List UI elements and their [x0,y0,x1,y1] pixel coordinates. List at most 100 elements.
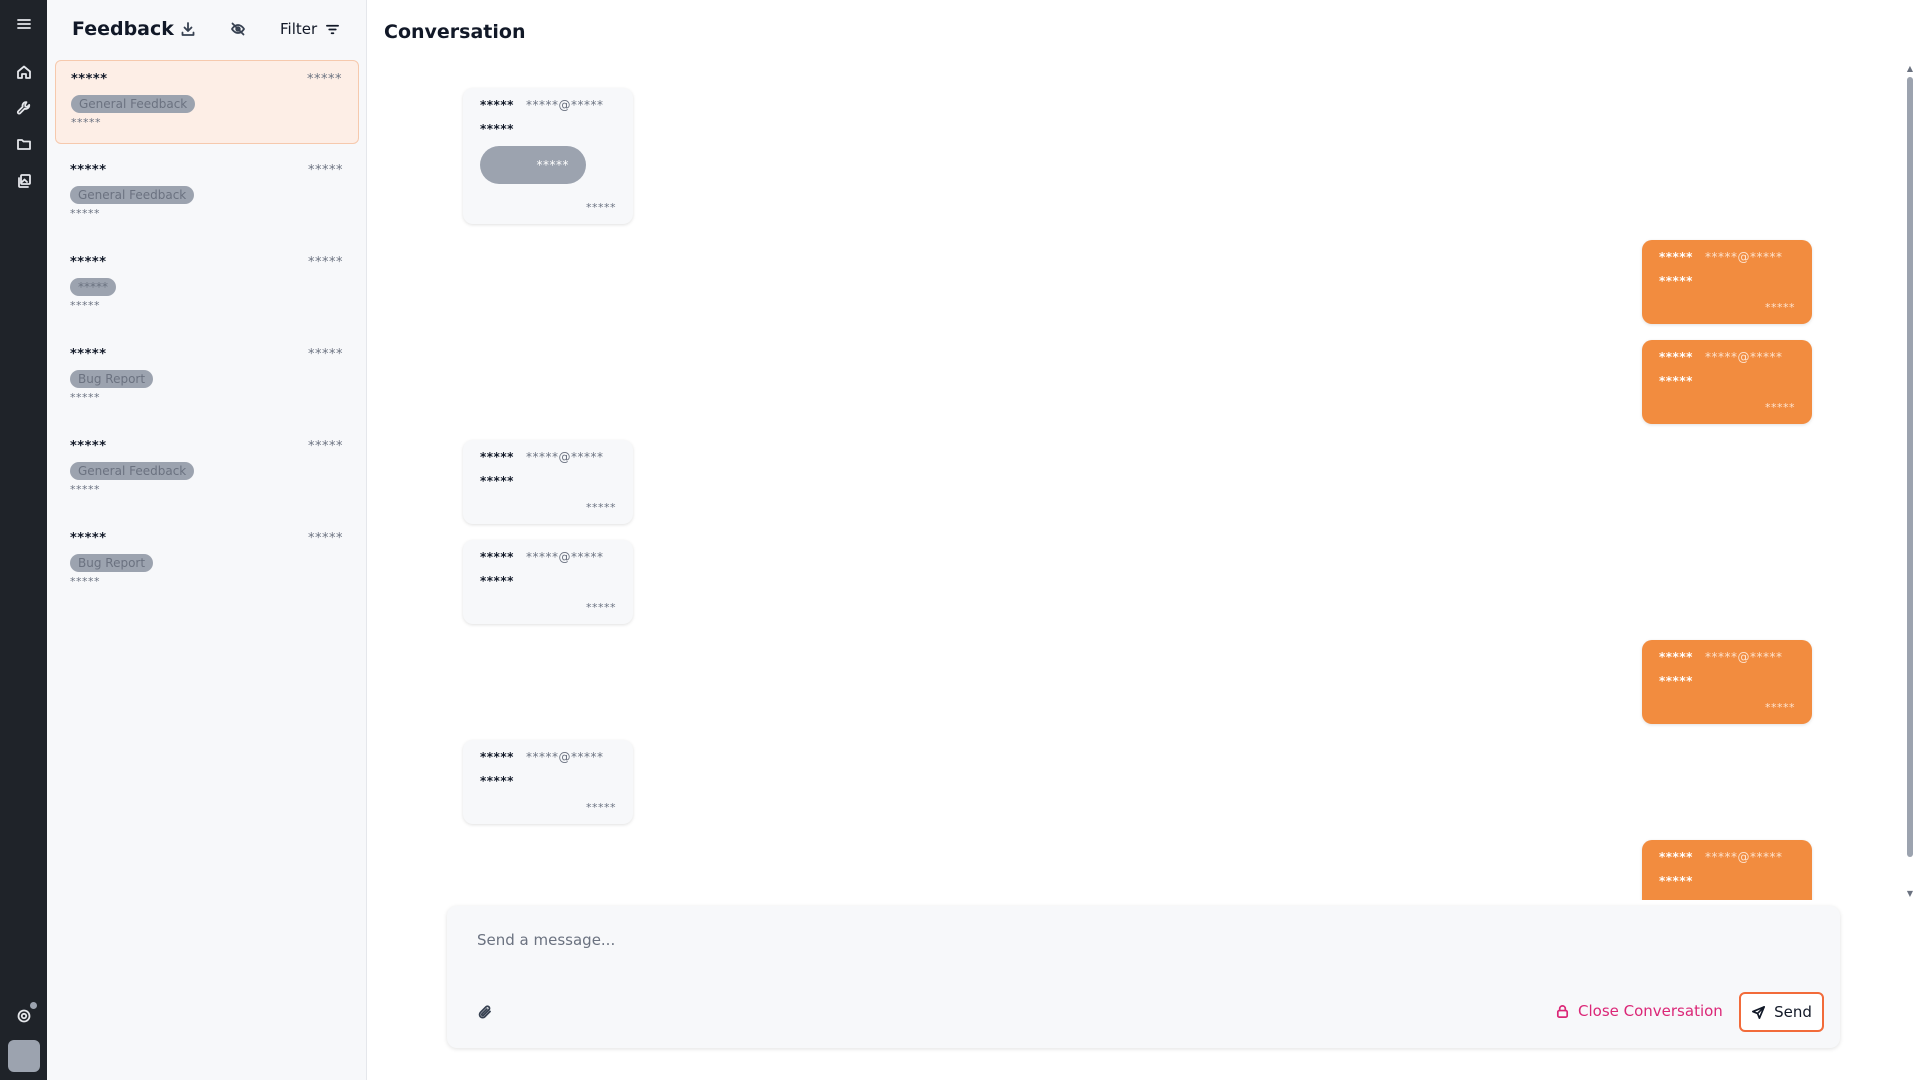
feedback-title: Feedback [72,18,174,40]
item-time: ***** [308,347,343,362]
item-tag: General Feedback [70,186,195,204]
message-area[interactable]: ***** *****@***** ***** ***** ***** ****… [370,60,1910,900]
sender-email: *****@***** [526,750,604,764]
item-sub: ***** [70,299,100,312]
message-time: ***** [586,601,616,614]
message-bubble-outgoing: ***** *****@***** ***** ***** [1642,340,1812,424]
item-time: ***** [307,72,342,87]
sender-name: ***** [1659,650,1693,664]
message-text: ***** [1659,674,1693,688]
eye-off-icon[interactable] [229,20,247,38]
item-name: ***** [70,439,107,454]
message-input[interactable] [477,928,1777,952]
item-name: ***** [70,163,107,178]
send-label: Send [1774,1003,1812,1021]
message-time: ***** [586,801,616,814]
item-name: ***** [70,255,107,270]
sender-email: *****@***** [526,450,604,464]
sender-email: *****@***** [526,550,604,564]
sender-email: *****@***** [1705,350,1783,364]
sender-name: ***** [480,750,514,764]
filter-button[interactable]: Filter [280,20,340,38]
item-sub: ***** [70,575,100,588]
sender-name: ***** [1659,350,1693,364]
message-composer: Close Conversation Send [447,906,1840,1048]
download-icon[interactable] [179,20,197,38]
message-bubble-outgoing: ***** *****@***** ***** ***** [1642,640,1812,724]
item-sub: ***** [70,483,100,496]
send-icon [1752,1005,1766,1019]
filter-icon [326,24,340,34]
sender-name: ***** [480,98,514,112]
item-tag: General Feedback [70,462,195,480]
scrollbar-thumb[interactable] [1907,77,1913,857]
message-time: ***** [1765,701,1795,714]
folder-icon[interactable] [14,134,34,154]
sender-name: ***** [480,450,514,464]
attachment-chip[interactable]: ***** [480,146,586,184]
sender-email: *****@***** [1705,850,1783,864]
sender-name: ***** [1659,250,1693,264]
notification-dot [30,1002,37,1009]
message-scrollbar[interactable]: ▲ ▼ [1906,65,1914,900]
message-text: ***** [1659,274,1693,288]
feedback-list-header: Feedback Filter [47,0,367,60]
message-text: ***** [480,122,514,136]
lock-icon [1556,1004,1569,1018]
message-bubble-outgoing: ***** *****@***** ***** ***** [1642,840,1812,900]
close-conversation-button[interactable]: Close Conversation [1555,1002,1723,1020]
menu-icon[interactable] [14,14,34,34]
message-time: ***** [1765,301,1795,314]
message-text: ***** [480,574,514,588]
message-bubble-incoming: ***** *****@***** ***** ***** ***** [463,88,633,224]
feedback-list-panel: Feedback Filter ***** ***** General Feed… [47,0,367,1080]
sender-email: *****@***** [1705,650,1783,664]
sender-email: *****@***** [1705,250,1783,264]
item-time: ***** [308,531,343,546]
list-item[interactable]: ***** ***** General Feedback ***** [55,428,359,512]
item-tag: ***** [70,278,116,296]
list-item[interactable]: ***** ***** ***** ***** [55,244,359,328]
item-sub: ***** [71,116,101,129]
item-name: ***** [70,347,107,362]
message-text: ***** [480,774,514,788]
send-button[interactable]: Send [1739,992,1824,1032]
scroll-down-arrow-icon[interactable]: ▼ [1906,890,1914,898]
message-bubble-incoming: ***** *****@***** ***** ***** [463,540,633,624]
message-time: ***** [1765,401,1795,414]
item-time: ***** [308,439,343,454]
scroll-up-arrow-icon[interactable]: ▲ [1906,65,1914,73]
item-tag: Bug Report [70,554,154,572]
conversation-title: Conversation [384,21,526,43]
list-item[interactable]: ***** ***** Bug Report ***** [55,520,359,604]
list-item[interactable]: ***** ***** General Feedback ***** [55,152,359,236]
support-icon[interactable] [14,1006,34,1026]
item-time: ***** [308,163,343,178]
list-item[interactable]: ***** ***** General Feedback ***** [55,60,359,144]
item-tag: General Feedback [71,95,196,113]
sender-email: *****@***** [526,98,604,112]
item-sub: ***** [70,207,100,220]
paperclip-icon[interactable] [475,1002,495,1022]
close-conversation-label: Close Conversation [1578,1002,1723,1020]
wrench-icon[interactable] [14,98,34,118]
filter-label: Filter [280,20,318,38]
sender-name: ***** [1659,850,1693,864]
gallery-icon[interactable] [14,171,34,191]
message-bubble-incoming: ***** *****@***** ***** ***** [463,740,633,824]
message-bubble-incoming: ***** *****@***** ***** ***** [463,440,633,524]
item-tag: Bug Report [70,370,154,388]
message-time: ***** [586,201,616,214]
icon-rail [0,0,47,1080]
list-item[interactable]: ***** ***** Bug Report ***** [55,336,359,420]
message-time: ***** [586,501,616,514]
item-name: ***** [71,72,108,87]
avatar[interactable] [8,1040,40,1072]
home-icon[interactable] [14,62,34,82]
item-name: ***** [70,531,107,546]
message-bubble-outgoing: ***** *****@***** ***** ***** [1642,240,1812,324]
item-time: ***** [308,255,343,270]
sender-name: ***** [480,550,514,564]
message-text: ***** [480,474,514,488]
message-text: ***** [1659,874,1693,888]
